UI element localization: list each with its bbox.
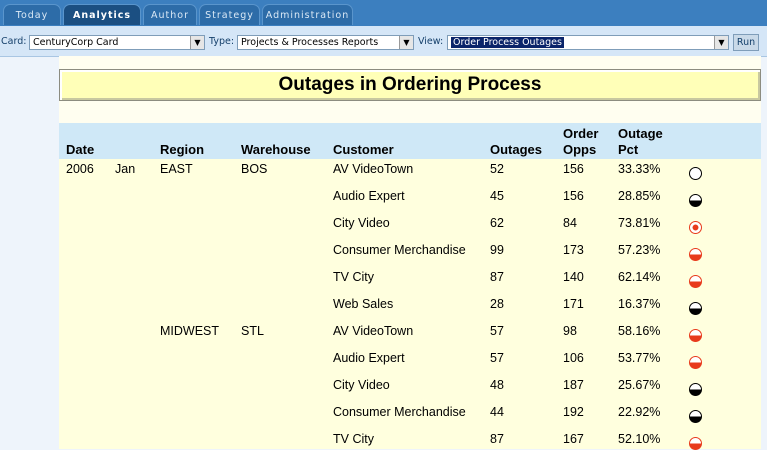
report-title-box: Outages in Ordering Process	[59, 69, 761, 101]
view-select-value: Order Process Outages	[451, 37, 564, 48]
cell-outages: 48	[490, 378, 504, 392]
column-outage-pct-line2[interactable]: Pct	[618, 142, 638, 157]
status-half-black-icon	[689, 302, 702, 315]
cell-order-opps: 171	[563, 297, 584, 311]
cell-outage-pct: 22.92%	[618, 405, 661, 419]
view-select[interactable]: Order Process Outages ▼	[447, 35, 729, 50]
cell-warehouse: STL	[241, 324, 264, 338]
table-header: Date Region Warehouse Customer Outages O…	[59, 123, 761, 159]
chevron-down-icon[interactable]: ▼	[190, 36, 204, 49]
cell-outages: 57	[490, 324, 504, 338]
status-half-red-icon	[689, 275, 702, 288]
cell-customer: Audio Expert	[333, 189, 405, 203]
column-outage-pct-line1[interactable]: Outage	[618, 126, 663, 141]
cell-outages: 99	[490, 243, 504, 257]
cell-order-opps: 106	[563, 351, 584, 365]
status-half-red-icon	[689, 437, 702, 450]
cell-order-opps: 98	[563, 324, 577, 338]
cell-outage-pct: 73.81%	[618, 216, 661, 230]
cell-outages: 57	[490, 351, 504, 365]
chevron-down-icon[interactable]: ▼	[399, 36, 413, 49]
cell-order-opps: 192	[563, 405, 584, 419]
column-region[interactable]: Region	[160, 142, 204, 157]
tab-author[interactable]: Author	[143, 4, 197, 25]
cell-outage-pct: 16.37%	[618, 297, 661, 311]
cell-order-opps: 173	[563, 243, 584, 257]
cell-customer: Web Sales	[333, 297, 394, 311]
cell-outage-pct: 52.10%	[618, 432, 661, 446]
tab-bar: Today Analytics Author Strategy Administ…	[0, 0, 767, 26]
cell-customer: TV City	[333, 432, 374, 446]
card-label: Card:	[1, 36, 27, 47]
cell-warehouse: BOS	[241, 162, 268, 176]
cell-outage-pct: 53.77%	[618, 351, 661, 365]
cell-outages: 45	[490, 189, 504, 203]
cell-customer: TV City	[333, 270, 374, 284]
tab-today[interactable]: Today	[3, 4, 61, 25]
status-half-black-icon	[689, 383, 702, 396]
cell-outages: 44	[490, 405, 504, 419]
run-button[interactable]: Run	[733, 34, 759, 51]
column-date[interactable]: Date	[66, 142, 94, 157]
status-half-red-icon	[689, 329, 702, 342]
tab-strategy[interactable]: Strategy	[199, 4, 260, 25]
type-label: Type:	[209, 36, 235, 47]
cell-customer: AV VideoTown	[333, 162, 414, 176]
cell-outages: 87	[490, 432, 504, 446]
status-red-dot-icon	[689, 221, 702, 234]
status-half-red-icon	[689, 356, 702, 369]
cell-order-opps: 156	[563, 189, 584, 203]
column-order-opps-line1[interactable]: Order	[563, 126, 598, 141]
cell-outage-pct: 28.85%	[618, 189, 661, 203]
cell-outage-pct: 25.67%	[618, 378, 661, 392]
cell-outages: 87	[490, 270, 504, 284]
column-customer[interactable]: Customer	[333, 142, 394, 157]
view-label: View:	[418, 36, 444, 47]
cell-region: EAST	[160, 162, 193, 176]
card-select-value: CenturyCorp Card	[33, 37, 119, 48]
cell-outages: 62	[490, 216, 504, 230]
chevron-down-icon[interactable]: ▼	[714, 36, 728, 49]
card-select[interactable]: CenturyCorp Card ▼	[29, 35, 205, 50]
cell-outage-pct: 58.16%	[618, 324, 661, 338]
type-select-value: Projects & Processes Reports	[241, 37, 379, 48]
report-title: Outages in Ordering Process	[278, 74, 542, 95]
cell-order-opps: 167	[563, 432, 584, 446]
column-warehouse[interactable]: Warehouse	[241, 142, 311, 157]
column-outages[interactable]: Outages	[490, 142, 542, 157]
status-half-black-icon	[689, 410, 702, 423]
cell-customer: Consumer Merchandise	[333, 405, 466, 419]
cell-region: MIDWEST	[160, 324, 220, 338]
cell-outage-pct: 33.33%	[618, 162, 661, 176]
column-order-opps-line2[interactable]: Opps	[563, 142, 596, 157]
tab-administration[interactable]: Administration	[262, 4, 353, 25]
type-select[interactable]: Projects & Processes Reports ▼	[237, 35, 414, 50]
cell-year: 2006	[66, 162, 94, 176]
cell-customer: City Video	[333, 216, 390, 230]
tab-analytics[interactable]: Analytics	[63, 4, 141, 25]
cell-customer: City Video	[333, 378, 390, 392]
cell-customer: AV VideoTown	[333, 324, 414, 338]
cell-customer: Consumer Merchandise	[333, 243, 466, 257]
cell-outages: 52	[490, 162, 504, 176]
status-half-red-icon	[689, 248, 702, 261]
cell-outage-pct: 57.23%	[618, 243, 661, 257]
status-half-black-icon	[689, 194, 702, 207]
cell-outages: 28	[490, 297, 504, 311]
table-body: 2006 Jan EAST BOS AV VideoTown 52 156 33.33% Aud…	[59, 159, 761, 450]
cell-order-opps: 187	[563, 378, 584, 392]
cell-customer: Audio Expert	[333, 351, 405, 365]
cell-order-opps: 84	[563, 216, 577, 230]
cell-order-opps: 140	[563, 270, 584, 284]
cell-outage-pct: 62.14%	[618, 270, 661, 284]
cell-month: Jan	[115, 162, 136, 176]
cell-order-opps: 156	[563, 162, 584, 176]
status-white-icon	[689, 167, 702, 180]
